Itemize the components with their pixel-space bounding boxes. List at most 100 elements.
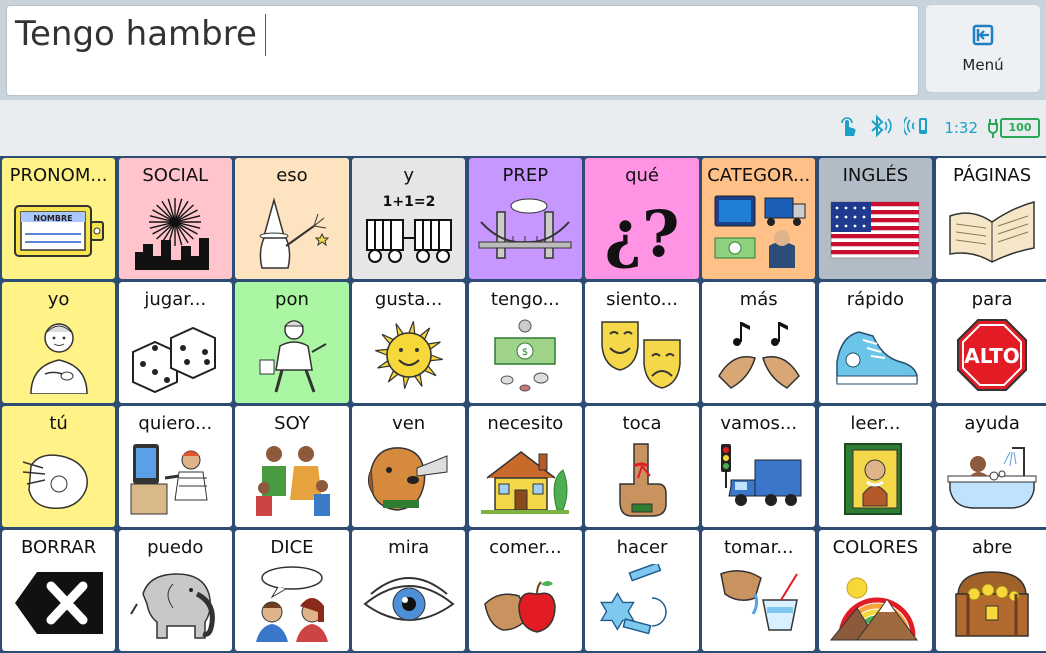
family-icon	[244, 440, 340, 518]
more-sign-icon	[711, 316, 807, 394]
theater-masks-icon	[594, 316, 690, 394]
cell-label: DICE	[270, 537, 314, 558]
cell-house[interactable]: necesito	[468, 406, 582, 527]
cell-truck-light[interactable]: vamos...	[702, 406, 816, 527]
battery-level: 100	[1000, 118, 1040, 138]
cell-want[interactable]: quiero...	[118, 406, 232, 527]
finger-string-icon	[594, 440, 690, 518]
cell-treasure-chest[interactable]: abre	[935, 530, 1046, 651]
text-caret	[264, 14, 266, 56]
cell-rainbow[interactable]: COLORES	[818, 530, 932, 651]
cell-us-flag[interactable]: INGLÉS	[818, 158, 932, 279]
cell-label: yo	[47, 289, 70, 310]
dice-icon	[127, 316, 223, 394]
cell-label: comer...	[489, 537, 562, 558]
cell-label: y	[403, 165, 414, 186]
clock: 1:32	[944, 119, 978, 137]
sun-icon	[361, 316, 457, 394]
cell-label: pon	[275, 289, 309, 310]
want-icon	[127, 440, 223, 518]
cell-train-cars[interactable]: y 1+1=2	[352, 158, 466, 279]
cell-shapes[interactable]: hacer	[585, 530, 699, 651]
cell-theater-masks[interactable]: siento...	[585, 282, 699, 403]
cell-label: tengo...	[490, 289, 560, 310]
cell-label: jugar...	[144, 289, 207, 310]
svg-text:¿?: ¿?	[605, 197, 680, 270]
cell-stop-sign[interactable]: para ALTO	[935, 282, 1046, 403]
cell-fireworks[interactable]: SOCIAL	[118, 158, 232, 279]
cell-label: ayuda	[964, 413, 1020, 434]
cell-worker[interactable]: pon	[235, 282, 349, 403]
cell-dice[interactable]: jugar...	[118, 282, 232, 403]
cell-sneaker[interactable]: rápido	[818, 282, 932, 403]
shapes-icon	[594, 564, 690, 642]
cell-delete[interactable]: BORRAR	[2, 530, 116, 651]
cell-label: vamos...	[720, 413, 798, 434]
elephant-icon	[127, 564, 223, 642]
cell-drink[interactable]: tomar...	[702, 530, 816, 651]
cell-label: COLORES	[832, 537, 919, 558]
cell-eye[interactable]: mira	[352, 530, 466, 651]
treasure-chest-icon	[944, 564, 1040, 642]
pointing-hand-icon	[11, 440, 107, 518]
svg-text:1+1=2: 1+1=2	[382, 194, 435, 210]
cell-money[interactable]: tengo... $	[468, 282, 582, 403]
message-area: Tengo hambre Menú	[0, 0, 1046, 100]
cell-bridge[interactable]: PREP	[468, 158, 582, 279]
cell-book[interactable]: leer...	[818, 406, 932, 527]
question-marks-icon: ¿?	[594, 192, 690, 270]
drink-icon	[711, 564, 807, 642]
cell-label: ven	[392, 413, 426, 434]
book-icon	[827, 440, 923, 518]
cell-bath[interactable]: ayuda	[935, 406, 1046, 527]
delete-icon	[11, 564, 107, 642]
cell-dog[interactable]: ven	[352, 406, 466, 527]
train-cars-icon: 1+1=2	[361, 192, 457, 270]
bath-icon	[944, 440, 1040, 518]
cell-categories[interactable]: CATEGOR...	[702, 158, 816, 279]
menu-button[interactable]: Menú	[925, 4, 1041, 93]
cell-open-book[interactable]: PÁGINAS	[935, 158, 1046, 279]
vocabulary-grid: PRONOM... NOMBRE SOCIAL eso y 1+1=2 PREP qué ¿? C…	[0, 156, 1046, 653]
stop-sign-icon: ALTO	[944, 316, 1040, 394]
name-tag-icon: NOMBRE	[11, 192, 107, 270]
us-flag-icon	[827, 192, 923, 270]
cell-finger-string[interactable]: toca	[585, 406, 699, 527]
cell-label: INGLÉS	[842, 165, 909, 186]
cell-label: BORRAR	[20, 537, 97, 558]
house-icon	[477, 440, 573, 518]
cell-wizard[interactable]: eso	[235, 158, 349, 279]
cell-label: toca	[622, 413, 662, 434]
sneaker-icon	[827, 316, 923, 394]
cell-elephant[interactable]: puedo	[118, 530, 232, 651]
bluetooth-icon	[868, 114, 894, 142]
bridge-icon	[477, 192, 573, 270]
cell-label: necesito	[487, 413, 564, 434]
menu-label: Menú	[962, 55, 1004, 74]
cell-label: leer...	[850, 413, 901, 434]
cell-family[interactable]: SOY	[235, 406, 349, 527]
hand-apple-icon	[477, 564, 573, 642]
message-text: Tengo hambre	[15, 14, 257, 54]
cell-boy-self[interactable]: yo	[2, 282, 116, 403]
cell-name-tag[interactable]: PRONOM... NOMBRE	[2, 158, 116, 279]
speech-bubble-icon	[244, 564, 340, 642]
cell-sun[interactable]: gusta...	[352, 282, 466, 403]
cell-question-marks[interactable]: qué ¿?	[585, 158, 699, 279]
cell-pointing-hand[interactable]: tú	[2, 406, 116, 527]
cell-label: quiero...	[138, 413, 213, 434]
eye-icon	[361, 564, 457, 642]
money-icon: $	[477, 316, 573, 394]
wizard-icon	[244, 192, 340, 270]
cell-hand-apple[interactable]: comer...	[468, 530, 582, 651]
cell-label: para	[971, 289, 1013, 310]
cell-label: abre	[971, 537, 1013, 558]
cell-more-sign[interactable]: más	[702, 282, 816, 403]
open-book-icon	[944, 192, 1040, 270]
cell-speech-bubble[interactable]: DICE	[235, 530, 349, 651]
cell-label: mira	[388, 537, 430, 558]
cell-label: PÁGINAS	[953, 165, 1032, 186]
categories-icon	[711, 192, 807, 270]
cell-label: SOY	[274, 413, 310, 434]
message-window[interactable]: Tengo hambre	[6, 5, 919, 96]
